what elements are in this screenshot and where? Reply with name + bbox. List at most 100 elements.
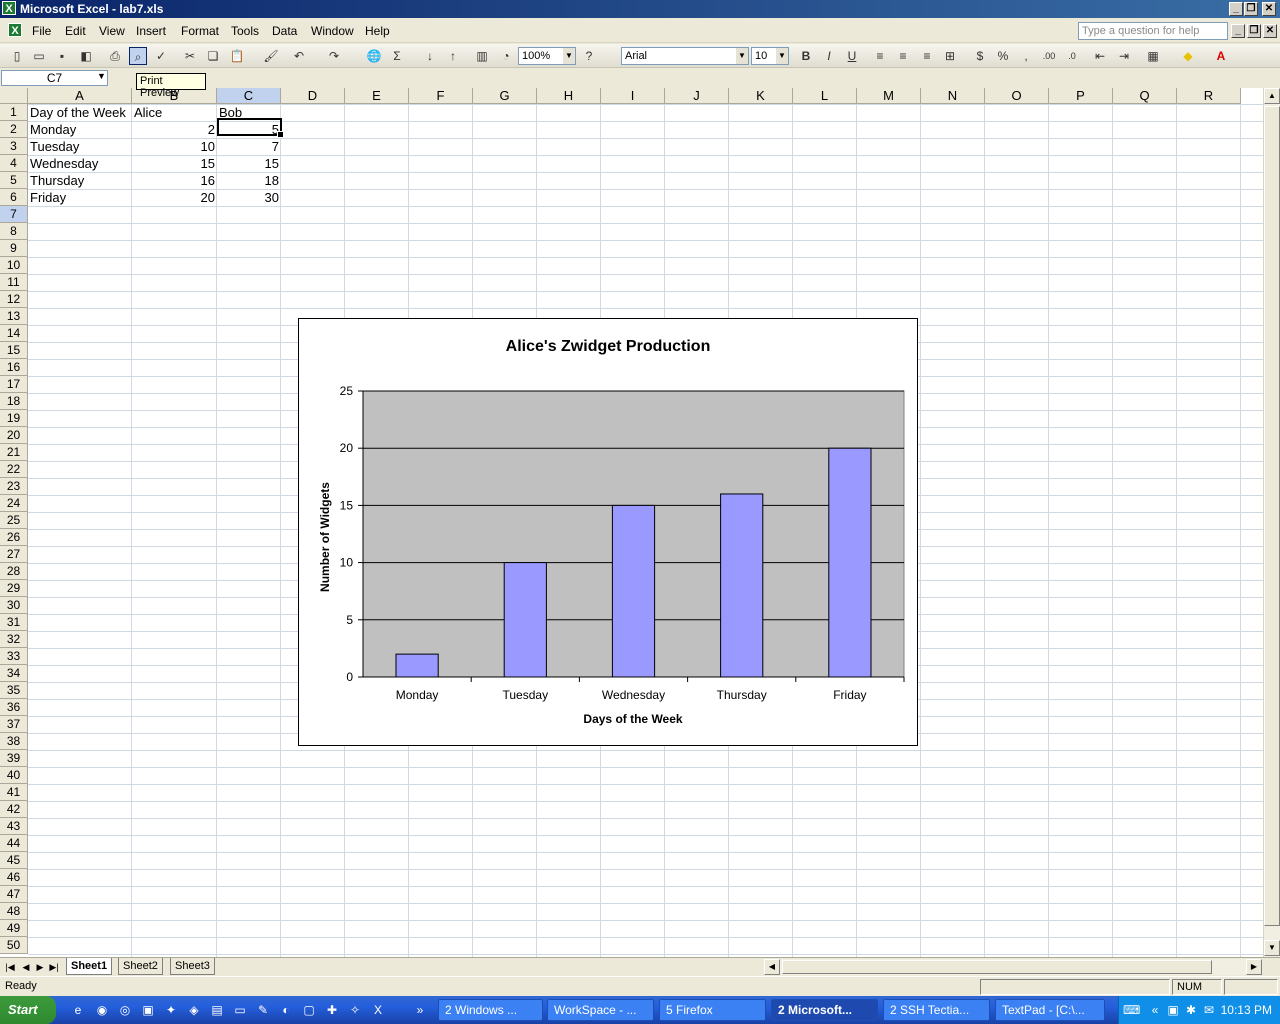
column-header-L[interactable]: L bbox=[793, 88, 857, 104]
bold-icon[interactable]: B bbox=[797, 47, 815, 65]
select-all-corner[interactable] bbox=[0, 88, 28, 104]
decrease-indent-icon[interactable]: ⇤ bbox=[1091, 47, 1109, 65]
more-quicklaunch-icon[interactable]: » bbox=[412, 1002, 428, 1018]
cell-B1[interactable]: Alice bbox=[132, 104, 217, 121]
row-header-49[interactable]: 49 bbox=[0, 920, 28, 937]
row-header-12[interactable]: 12 bbox=[0, 291, 28, 308]
menu-data[interactable]: Data bbox=[272, 24, 297, 38]
undo-icon[interactable]: ↶ bbox=[290, 47, 308, 65]
row-header-14[interactable]: 14 bbox=[0, 325, 28, 342]
row-header-18[interactable]: 18 bbox=[0, 393, 28, 410]
currency-icon[interactable]: $ bbox=[971, 47, 989, 65]
decrease-decimal-icon[interactable]: .0 bbox=[1063, 47, 1081, 65]
menu-edit[interactable]: Edit bbox=[65, 24, 86, 38]
tab-sheet1[interactable]: Sheet1 bbox=[66, 958, 113, 975]
workbook-minimize-button[interactable]: _ bbox=[1231, 24, 1245, 38]
next-sheet-icon[interactable]: ▶ bbox=[34, 960, 46, 974]
workbook-close-button[interactable]: ✕ bbox=[1263, 24, 1277, 38]
cell-A2[interactable]: Monday bbox=[28, 121, 132, 138]
row-header-22[interactable]: 22 bbox=[0, 461, 28, 478]
workbook-restore-button[interactable]: ❐ bbox=[1247, 24, 1261, 38]
row-header-26[interactable]: 26 bbox=[0, 529, 28, 546]
row-header-5[interactable]: 5 bbox=[0, 172, 28, 189]
column-header-E[interactable]: E bbox=[345, 88, 409, 104]
paste-icon[interactable]: 📋 bbox=[228, 47, 246, 65]
tray-mail-icon[interactable]: ✉ bbox=[1201, 1002, 1217, 1018]
autosum-icon[interactable]: Σ bbox=[388, 47, 406, 65]
row-header-37[interactable]: 37 bbox=[0, 716, 28, 733]
align-right-icon[interactable]: ≡ bbox=[918, 47, 936, 65]
tray-keyboard-icon[interactable]: ⌨ bbox=[1123, 1002, 1140, 1018]
redo-icon[interactable]: ↷ bbox=[325, 47, 343, 65]
workbook-icon[interactable]: X bbox=[8, 23, 22, 37]
align-center-icon[interactable]: ≡ bbox=[894, 47, 912, 65]
scroll-up-icon[interactable]: ▲ bbox=[1264, 88, 1280, 104]
cell-B3[interactable]: 10 bbox=[132, 138, 217, 155]
active-cell-C7[interactable] bbox=[217, 118, 284, 138]
help-search-input[interactable]: Type a question for help bbox=[1078, 22, 1228, 40]
row-header-43[interactable]: 43 bbox=[0, 818, 28, 835]
cell-A6[interactable]: Friday bbox=[28, 189, 132, 206]
network-icon[interactable]: ▣ bbox=[140, 1002, 156, 1018]
cell-B5[interactable]: 16 bbox=[132, 172, 217, 189]
row-header-16[interactable]: 16 bbox=[0, 359, 28, 376]
horizontal-scroll-thumb[interactable] bbox=[782, 960, 1212, 974]
row-header-47[interactable]: 47 bbox=[0, 886, 28, 903]
font-dropdown-icon[interactable]: ▼ bbox=[736, 48, 748, 64]
prev-sheet-icon[interactable]: ◀ bbox=[20, 960, 32, 974]
column-header-H[interactable]: H bbox=[537, 88, 601, 104]
percent-icon[interactable]: % bbox=[994, 47, 1012, 65]
cell-C3[interactable]: 7 bbox=[217, 138, 281, 155]
restore-button[interactable]: ❐ bbox=[1244, 2, 1258, 16]
row-header-2[interactable]: 2 bbox=[0, 121, 28, 138]
row-header-33[interactable]: 33 bbox=[0, 648, 28, 665]
row-header-4[interactable]: 4 bbox=[0, 155, 28, 172]
vertical-scroll-thumb[interactable] bbox=[1264, 106, 1280, 926]
firefox-icon[interactable]: ◉ bbox=[94, 1002, 110, 1018]
start-button[interactable]: Start bbox=[0, 996, 56, 1024]
row-header-11[interactable]: 11 bbox=[0, 274, 28, 291]
scroll-left-icon[interactable]: ◀ bbox=[764, 959, 780, 975]
row-header-31[interactable]: 31 bbox=[0, 614, 28, 631]
first-sheet-icon[interactable]: |◀ bbox=[4, 960, 16, 974]
row-header-42[interactable]: 42 bbox=[0, 801, 28, 818]
tools-icon[interactable]: ✦ bbox=[163, 1002, 179, 1018]
underline-icon[interactable]: U bbox=[843, 47, 861, 65]
app-icon-4[interactable]: ✚ bbox=[324, 1002, 340, 1018]
row-header-48[interactable]: 48 bbox=[0, 903, 28, 920]
column-header-P[interactable]: P bbox=[1049, 88, 1113, 104]
tray-app-icon[interactable]: ✱ bbox=[1183, 1002, 1199, 1018]
row-header-24[interactable]: 24 bbox=[0, 495, 28, 512]
row-header-6[interactable]: 6 bbox=[0, 189, 28, 206]
row-header-40[interactable]: 40 bbox=[0, 767, 28, 784]
zoom-select[interactable]: 100% ▼ bbox=[518, 47, 576, 65]
row-header-41[interactable]: 41 bbox=[0, 784, 28, 801]
font-size-select[interactable]: 10 ▼ bbox=[751, 47, 789, 65]
task-workspace[interactable]: WorkSpace - ... bbox=[547, 999, 654, 1021]
cell-B2[interactable]: 2 bbox=[132, 121, 217, 138]
borders-icon[interactable]: ▦ bbox=[1144, 47, 1162, 65]
align-left-icon[interactable]: ≡ bbox=[871, 47, 889, 65]
menu-tools[interactable]: Tools bbox=[231, 24, 259, 38]
close-button[interactable]: ✕ bbox=[1262, 2, 1276, 16]
embedded-chart[interactable]: 0 5 10 15 20 25 Monday Tuesday Wednesday Thursday… bbox=[298, 318, 918, 746]
drawing-icon[interactable]: ◔ bbox=[497, 47, 515, 65]
new-icon[interactable]: ▯ bbox=[8, 47, 26, 65]
cut-icon[interactable]: ✂ bbox=[181, 47, 199, 65]
row-header-44[interactable]: 44 bbox=[0, 835, 28, 852]
increase-decimal-icon[interactable]: .00 bbox=[1040, 47, 1058, 65]
row-header-20[interactable]: 20 bbox=[0, 427, 28, 444]
row-header-50[interactable]: 50 bbox=[0, 937, 28, 954]
task-textpad[interactable]: TextPad - [C:\... bbox=[995, 999, 1105, 1021]
cell-C5[interactable]: 18 bbox=[217, 172, 281, 189]
excel-quick-icon[interactable]: X bbox=[370, 1002, 386, 1018]
task-ssh[interactable]: 2 SSH Tectia... bbox=[883, 999, 990, 1021]
font-select[interactable]: Arial ▼ bbox=[621, 47, 749, 65]
open-icon[interactable]: ▭ bbox=[30, 47, 48, 65]
tray-network-icon[interactable]: ▣ bbox=[1165, 1002, 1181, 1018]
app-icon-2[interactable]: ▤ bbox=[209, 1002, 225, 1018]
cell-A3[interactable]: Tuesday bbox=[28, 138, 132, 155]
spelling-icon[interactable]: ✓ bbox=[152, 47, 170, 65]
row-header-19[interactable]: 19 bbox=[0, 410, 28, 427]
comma-style-icon[interactable]: , bbox=[1017, 47, 1035, 65]
